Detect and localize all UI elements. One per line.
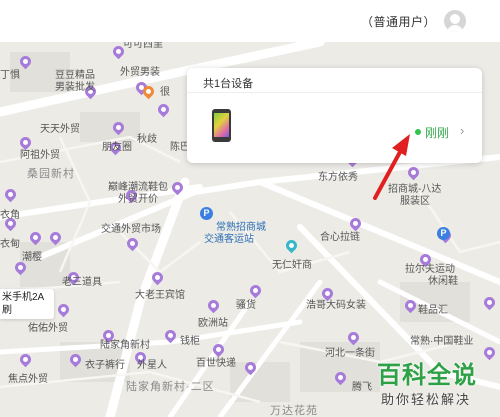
map-pin-icon[interactable]: [17, 351, 34, 368]
poi-label: 交通客运站: [204, 234, 254, 245]
online-status-icon: [415, 129, 421, 135]
poi-label: 丁惧: [0, 70, 20, 81]
poi-label: 交通外贸市场: [101, 224, 161, 235]
map-pin-icon[interactable]: [345, 329, 362, 346]
poi-label: 秋歧: [137, 134, 157, 145]
poi-label: 潮樱: [22, 252, 42, 263]
map-pin-icon[interactable]: [402, 297, 419, 314]
poi-label: 朋友圈: [102, 142, 132, 153]
map-pin-icon[interactable]: [283, 237, 300, 254]
map-pin-icon[interactable]: [110, 119, 127, 136]
user-type-label: （普通用户）: [360, 15, 436, 29]
map-pin-icon[interactable]: [347, 215, 364, 232]
map-pin-icon[interactable]: [405, 164, 422, 181]
map-pin-icon[interactable]: [47, 229, 64, 246]
callout-line: 刷: [2, 305, 12, 316]
poi-label: 百世快递: [196, 358, 236, 369]
poi-label: 欧洲站: [198, 318, 228, 329]
poi-label: 招商城-八达: [388, 184, 442, 195]
poi-label: 天天外贸: [40, 124, 80, 135]
poi-label: 钱柜: [180, 336, 200, 347]
poi-label: 大老王宾馆: [135, 290, 185, 301]
district-label: 桑园新村: [27, 168, 75, 180]
map-pin-icon[interactable]: [12, 259, 29, 276]
map-pin-icon[interactable]: [67, 351, 84, 368]
parking-icon[interactable]: P: [437, 227, 450, 240]
poi-label: 男装批发: [55, 82, 95, 93]
district-label: 陆家角新村·二区: [126, 381, 215, 393]
poi-label: 外贸男装: [120, 67, 160, 78]
map-pin-icon[interactable]: [155, 101, 172, 118]
device-count-title: 共1台设备: [203, 78, 254, 90]
watermark: 百科全说 助你轻松解决: [368, 355, 498, 415]
map-pin-icon[interactable]: [17, 53, 34, 70]
map-pin-icon[interactable]: [27, 229, 44, 246]
card-divider: [187, 92, 482, 93]
poi-label: 可可西里: [123, 42, 163, 50]
map-pin-icon[interactable]: [247, 282, 264, 299]
map-pin-icon[interactable]: [481, 294, 498, 311]
map-pin-icon[interactable]: [55, 301, 72, 318]
poi-label: 豆豆精品: [55, 70, 95, 81]
watermark-subtitle: 助你轻松解决: [381, 392, 472, 407]
map-pin-icon[interactable]: [162, 327, 179, 344]
poi-label: 合心拉链: [320, 232, 360, 243]
poi-label: 常熟·中国鞋业: [410, 336, 474, 347]
phone-icon[interactable]: [212, 109, 231, 142]
map-pin-icon[interactable]: [2, 186, 19, 203]
device-list-card: 共1台设备 刚刚 ›: [187, 68, 482, 163]
chevron-right-icon[interactable]: ›: [460, 123, 464, 138]
map-pin-icon[interactable]: [332, 369, 349, 386]
device-location-callout[interactable]: 米手机2A 刷: [0, 289, 54, 319]
poi-label: 陆家角新村: [100, 340, 150, 351]
poi-label: 服装区: [400, 196, 430, 207]
poi-label: 休闲鞋: [428, 276, 458, 287]
poi-label: 骚货: [236, 300, 256, 311]
poi-label: 巅峰潮流鞋包: [108, 182, 168, 193]
avatar-icon[interactable]: [444, 10, 466, 32]
poi-label: 阿祖外贸: [20, 150, 60, 161]
poi-label: 东方依秀: [318, 172, 358, 183]
poi-label: 老三道具: [62, 277, 102, 288]
map-pin-icon[interactable]: [169, 179, 186, 196]
top-bar: （普通用户）: [0, 0, 500, 42]
poi-label: 无仁奸商: [272, 260, 312, 271]
poi-label: 衣子裤行: [85, 360, 125, 371]
poi-label: 浩哥大码女装: [306, 300, 366, 311]
poi-label: 鞋品汇: [418, 305, 448, 316]
poi-label: 衣角: [0, 210, 20, 221]
poi-label: 外星人: [137, 360, 167, 371]
map-pin-icon[interactable]: [140, 83, 157, 100]
poi-label: 衣甸: [0, 239, 20, 250]
poi-label: 焦点外贸: [8, 374, 48, 385]
watermark-title: 百科全说: [377, 362, 477, 389]
device-last-seen[interactable]: 刚刚: [425, 124, 449, 141]
callout-line: 米手机2A: [2, 292, 45, 303]
poi-label: 很: [160, 87, 170, 98]
poi-label: 常熟招商城: [216, 222, 266, 233]
district-label: 万达花苑: [270, 405, 318, 417]
parking-icon[interactable]: P: [200, 207, 213, 220]
map-pin-icon[interactable]: [17, 134, 34, 151]
map-pin-icon[interactable]: [124, 235, 141, 252]
map-pin-icon[interactable]: [149, 269, 166, 286]
map-pin-icon[interactable]: [205, 297, 222, 314]
poi-label: 拉尔夫运动: [405, 264, 455, 275]
map-pin-icon[interactable]: [242, 359, 259, 376]
poi-label: 外贸开价: [118, 194, 158, 205]
map-pin-icon[interactable]: [210, 341, 227, 358]
poi-label: 佑佑外贸: [28, 323, 68, 334]
